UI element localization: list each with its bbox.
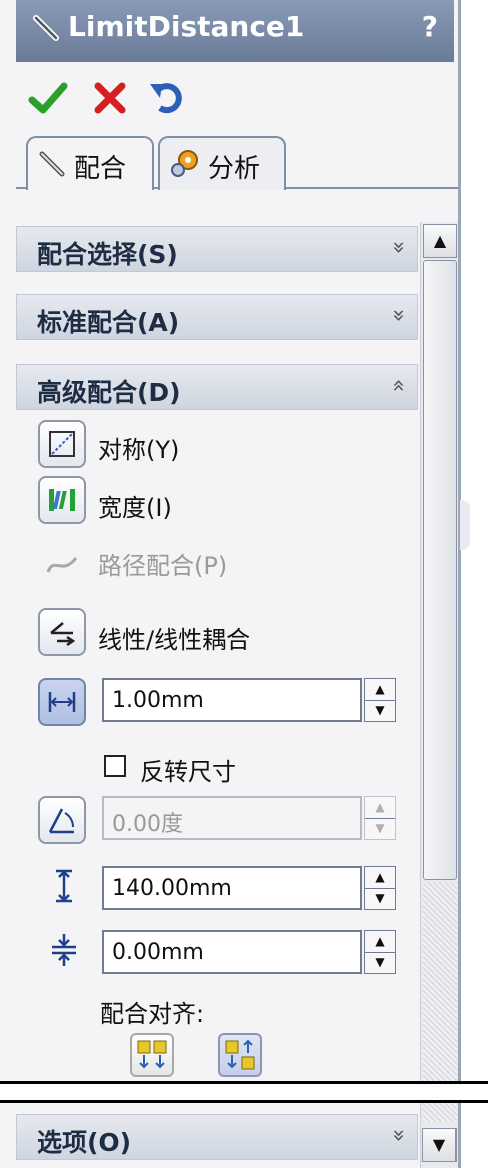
linear-coupler-icon (50, 622, 76, 647)
spin-down-icon: ▼ (375, 821, 385, 835)
linear-coupler-button[interactable] (38, 608, 86, 656)
width-label[interactable]: 宽度(I) (98, 488, 172, 523)
chevron-down-icon[interactable]: » (386, 241, 411, 254)
anti-aligned-button[interactable] (218, 1033, 262, 1077)
min-distance-spinner[interactable]: ▲ ▼ (364, 930, 396, 974)
angle-icon (48, 808, 75, 834)
tab-mates-label: 配合 (74, 154, 127, 184)
graphics-area-edge (458, 0, 488, 1168)
tab-analysis-label: 分析 (208, 154, 261, 184)
help-button[interactable]: ? (422, 10, 438, 43)
distance-value: 1.00mm (112, 688, 204, 713)
angle-spinner: ▲ ▼ (364, 796, 396, 840)
distance-button[interactable] (38, 678, 86, 726)
width-button[interactable] (38, 476, 86, 524)
spin-up-icon[interactable]: ▲ (365, 867, 395, 889)
title-bar: LimitDistance1 ? (16, 0, 454, 62)
spin-down-icon[interactable]: ▼ (365, 952, 395, 973)
section-title: 高级配合(D) (37, 378, 181, 407)
ok-button[interactable] (26, 76, 70, 120)
chevron-down-icon[interactable]: » (386, 1129, 411, 1142)
spin-down-icon[interactable]: ▼ (365, 700, 395, 721)
flip-dimension-checkbox[interactable] (104, 755, 126, 777)
scroll-up-icon[interactable]: ▲ (423, 224, 457, 258)
section-standard-mates[interactable]: 标准配合(A) » (16, 294, 418, 340)
scroll-down-icon[interactable]: ▼ (422, 1128, 456, 1162)
section-title: 选项(O) (37, 1128, 132, 1157)
chevron-up-icon[interactable]: « (386, 379, 411, 392)
min-distance-icon (52, 934, 76, 966)
symmetric-button[interactable] (38, 420, 86, 468)
section-title: 标准配合(A) (37, 308, 180, 337)
aligned-button[interactable] (130, 1033, 174, 1077)
min-distance-value: 0.00mm (112, 940, 204, 965)
distance-input[interactable]: 1.00mm (102, 678, 362, 722)
section-title: 配合选择(S) (37, 240, 178, 269)
undo-button[interactable] (146, 76, 190, 120)
tab-analysis[interactable]: 分析 (158, 136, 286, 190)
spin-up-icon[interactable]: ▲ (365, 931, 395, 953)
max-distance-value: 140.00mm (112, 876, 232, 901)
distance-spinner[interactable]: ▲ ▼ (364, 678, 396, 722)
angle-value: 0.00度 (112, 812, 183, 837)
analysis-icon (171, 150, 198, 177)
anti-aligned-icon (225, 1039, 255, 1070)
width-icon (49, 489, 75, 511)
divider-line (0, 1100, 488, 1103)
tab-mates[interactable]: 配合 (26, 136, 154, 190)
symmetric-icon (49, 431, 75, 457)
section-options[interactable]: 选项(O) » (16, 1114, 418, 1160)
chevron-down-icon[interactable]: » (386, 309, 411, 322)
section-mate-selection[interactable]: 配合选择(S) » (16, 226, 418, 272)
panel-divider[interactable] (458, 0, 461, 1168)
spin-up-icon[interactable]: ▲ (365, 679, 395, 701)
path-mate-label: 路径配合(P) (98, 552, 228, 580)
screenshot-break (0, 1082, 488, 1102)
mate-alignment-label: 配合对齐: (100, 1000, 205, 1028)
feature-title: LimitDistance1 (68, 10, 305, 43)
spin-up-icon: ▲ (365, 797, 395, 819)
distance-icon (48, 692, 76, 712)
linear-coupler-label[interactable]: 线性/线性耦合 (98, 620, 250, 655)
max-distance-input[interactable]: 140.00mm (102, 866, 362, 910)
aligned-icon (137, 1040, 167, 1069)
paperclip-icon (39, 151, 65, 177)
paperclip-icon (33, 15, 59, 41)
flip-dimension-label[interactable]: 反转尺寸 (140, 752, 236, 787)
symmetric-label[interactable]: 对称(Y) (98, 430, 179, 465)
path-mate-icon (46, 557, 78, 573)
max-distance-icon (56, 869, 72, 903)
content-area: 配合选择(S) » 标准配合(A) » 高级配合(D) « 对称(Y) 宽度(I… (16, 210, 418, 1080)
spin-down-icon[interactable]: ▼ (365, 888, 395, 909)
cancel-button[interactable] (88, 76, 132, 120)
vertical-scrollbar[interactable]: ▲ ▼ (420, 222, 458, 1168)
min-distance-input[interactable]: 0.00mm (102, 930, 362, 974)
angle-input: 0.00度 (102, 796, 362, 840)
scroll-thumb[interactable] (423, 260, 457, 880)
divider-line (0, 1081, 488, 1084)
angle-button[interactable] (38, 796, 86, 844)
section-advanced-mates[interactable]: 高级配合(D) « (16, 364, 418, 410)
max-distance-spinner[interactable]: ▲ ▼ (364, 866, 396, 910)
collapse-handle[interactable] (460, 500, 470, 550)
